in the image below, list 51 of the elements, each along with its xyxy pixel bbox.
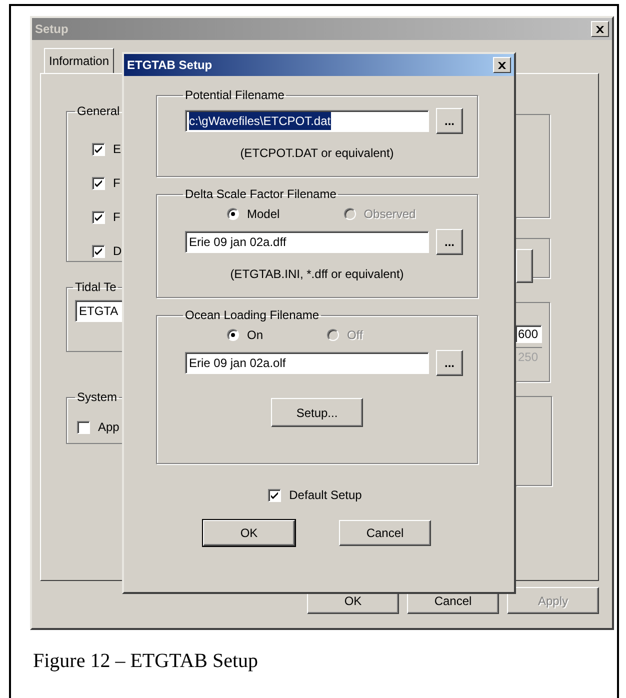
checkbox-label: F	[113, 175, 120, 192]
close-icon	[596, 26, 604, 32]
checkbox[interactable]	[268, 488, 282, 502]
checkbox-label: App	[98, 419, 120, 436]
text-field[interactable]: 600	[516, 325, 542, 343]
group-label: General	[76, 104, 121, 118]
radio-label: Off	[347, 327, 363, 344]
check-icon	[94, 246, 103, 256]
window-title: ETGTAB Setup	[127, 57, 212, 74]
tab[interactable]: Information	[44, 48, 114, 73]
browse-button[interactable]: ...	[436, 108, 463, 134]
browse-button[interactable]: ...	[436, 350, 463, 376]
checkbox-label: Default Setup	[289, 487, 362, 504]
dialog-button[interactable]: OK	[203, 520, 295, 546]
group-label: Potential Filename	[184, 88, 286, 102]
check-icon	[94, 178, 103, 188]
checkbox[interactable]	[92, 244, 105, 258]
push-button[interactable]	[516, 249, 533, 283]
dialog-button[interactable]: Cancel	[339, 520, 431, 546]
radio-button[interactable]	[227, 208, 239, 220]
group-label: Ocean Loading Filename	[184, 308, 320, 322]
browse-button[interactable]: ...	[436, 229, 463, 255]
radio-label: Observed	[364, 206, 416, 223]
group-label: System	[76, 390, 118, 404]
radio-button[interactable]	[227, 329, 239, 341]
group-label: Delta Scale Factor Filename	[184, 187, 338, 201]
close-icon	[498, 62, 506, 68]
group-label: Tidal Te	[74, 280, 118, 294]
setup-button[interactable]: Setup...	[271, 398, 363, 427]
checkbox-label: D	[113, 243, 122, 260]
radio-label: On	[247, 327, 264, 344]
text-field[interactable]: c:\gWavefiles\ETCPOT.dat	[185, 110, 429, 132]
checkbox[interactable]	[92, 142, 105, 156]
check-icon	[270, 490, 280, 500]
figure-caption: Figure 12 – ETGTAB Setup	[32, 649, 260, 674]
checkbox-label: E	[113, 141, 122, 158]
close-button[interactable]	[493, 57, 511, 73]
check-icon	[94, 212, 103, 222]
hint-text: (ETCPOT.DAT or equivalent)	[240, 145, 394, 162]
checkbox[interactable]	[77, 420, 90, 434]
text-field[interactable]: Erie 09 jan 02a.olf	[185, 352, 429, 374]
checkbox-label: F	[113, 209, 120, 226]
checkbox[interactable]	[92, 176, 105, 190]
checkbox[interactable]	[92, 210, 105, 224]
hint-text: (ETGTAB.INI, *.dff or equivalent)	[230, 266, 404, 283]
text-field[interactable]: Erie 09 jan 02a.dff	[185, 231, 429, 253]
radio-label: Model	[247, 206, 280, 223]
window-title: Setup	[35, 21, 68, 38]
check-icon	[94, 144, 103, 154]
close-button[interactable]	[591, 21, 609, 37]
text-field[interactable]: ETGTA	[75, 300, 123, 322]
